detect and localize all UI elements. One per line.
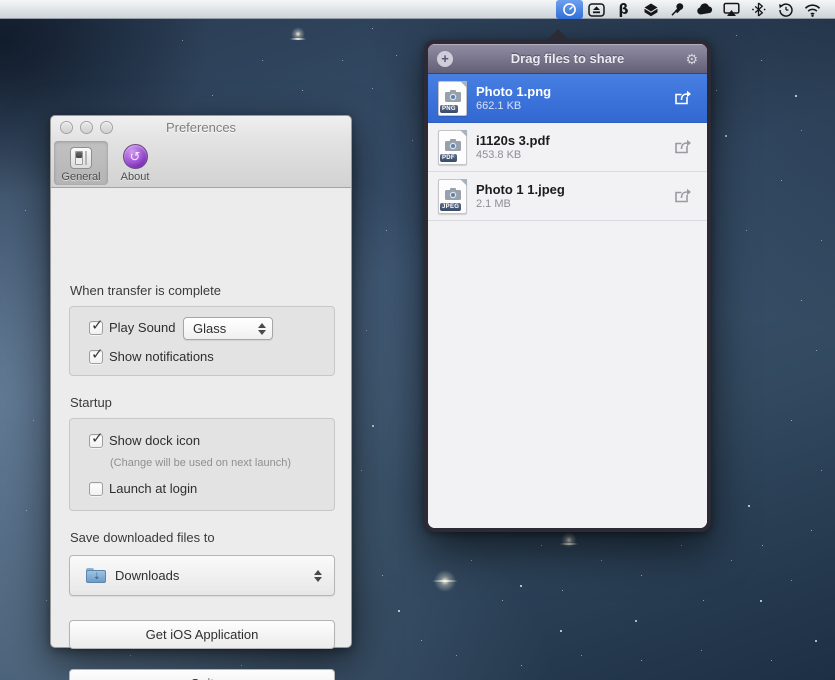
dropbox-icon[interactable] xyxy=(637,0,664,19)
popover-title: Drag files to share xyxy=(511,51,624,66)
gear-icon[interactable]: ⚙ xyxy=(685,50,698,68)
show-notifications-label: Show notifications xyxy=(109,349,214,364)
show-dock-icon-label: Show dock icon xyxy=(109,433,200,448)
dock-icon-hint: (Change will be used on next launch) xyxy=(110,457,291,469)
download-location-value: Downloads xyxy=(115,568,314,583)
show-dock-icon-checkbox[interactable]: ✓ xyxy=(89,434,103,448)
title-bar[interactable]: Preferences xyxy=(51,116,351,139)
save-section-header: Save downloaded files to xyxy=(70,530,215,545)
share-icon[interactable] xyxy=(673,138,695,156)
startup-section-header: Startup xyxy=(70,395,112,410)
desktop-wallpaper: β xyxy=(0,0,835,680)
file-type-badge: JPEG xyxy=(440,203,461,211)
zoom-button[interactable] xyxy=(100,121,113,134)
close-button[interactable] xyxy=(60,121,73,134)
bright-star xyxy=(560,531,578,549)
share-popover: + Drag files to share ⚙ PNG Photo 1.png … xyxy=(424,40,711,532)
wifi-icon[interactable] xyxy=(799,0,826,19)
minimize-button[interactable] xyxy=(80,121,93,134)
transfer-group-box: ✓ Play Sound Glass ✓ Show notifications xyxy=(69,306,335,376)
share-icon[interactable] xyxy=(673,89,695,107)
file-type-badge: PDF xyxy=(440,154,457,162)
show-notifications-row: ✓ Show notifications xyxy=(89,349,214,364)
show-notifications-checkbox[interactable]: ✓ xyxy=(89,350,103,364)
quit-button[interactable]: Quit xyxy=(69,669,335,680)
preferences-window: Preferences General ↺ About When transfe… xyxy=(50,115,352,648)
launch-at-login-row: Launch at login xyxy=(89,481,197,496)
file-name: i1120s 3.pdf xyxy=(476,133,673,149)
cloud-icon[interactable] xyxy=(691,0,718,19)
download-location-select[interactable]: ⇣ Downloads xyxy=(69,555,335,596)
file-type-badge: PNG xyxy=(440,105,458,113)
tab-about-label: About xyxy=(121,171,150,183)
tab-general-label: General xyxy=(61,171,100,183)
general-switch-icon xyxy=(70,147,92,169)
sound-select-value: Glass xyxy=(193,321,258,336)
status-icon-tray: β xyxy=(556,0,826,19)
preferences-toolbar: General ↺ About xyxy=(51,139,351,188)
bright-star xyxy=(290,26,306,42)
show-dock-icon-row: ✓ Show dock icon xyxy=(89,433,200,448)
file-meta: Photo 1 1.jpeg 2.1 MB xyxy=(476,182,673,211)
png-file-icon: PNG xyxy=(438,81,467,116)
about-icon: ↺ xyxy=(123,144,148,169)
time-machine-icon[interactable] xyxy=(772,0,799,19)
tab-general[interactable]: General xyxy=(54,141,108,185)
eject-icon[interactable] xyxy=(583,0,610,19)
window-controls xyxy=(60,121,113,134)
file-name: Photo 1.png xyxy=(476,84,673,100)
app-transfer-icon[interactable] xyxy=(556,0,583,19)
preferences-content: When transfer is complete ✓ Play Sound G… xyxy=(51,188,351,648)
airplay-icon[interactable] xyxy=(718,0,745,19)
jpeg-file-icon: JPEG xyxy=(438,179,467,214)
add-file-button[interactable]: + xyxy=(437,51,453,67)
sound-select[interactable]: Glass xyxy=(183,317,273,340)
play-sound-row: ✓ Play Sound xyxy=(89,320,176,335)
stepper-arrows-icon xyxy=(258,323,266,335)
transfer-section-header: When transfer is complete xyxy=(70,283,221,298)
file-list: PNG Photo 1.png 662.1 KB PDF xyxy=(428,74,707,528)
tab-about[interactable]: ↺ About xyxy=(108,141,162,185)
file-meta: i1120s 3.pdf 453.8 KB xyxy=(476,133,673,162)
file-row-photo-1-1-jpeg[interactable]: JPEG Photo 1 1.jpeg 2.1 MB xyxy=(428,172,707,221)
launch-at-login-checkbox[interactable] xyxy=(89,482,103,496)
file-meta: Photo 1.png 662.1 KB xyxy=(476,84,673,113)
get-ios-application-button[interactable]: Get iOS Application xyxy=(69,620,335,649)
popover-caret xyxy=(546,29,570,41)
file-size: 662.1 KB xyxy=(476,100,673,113)
file-row-i1120s-3-pdf[interactable]: PDF i1120s 3.pdf 453.8 KB xyxy=(428,123,707,172)
pdf-file-icon: PDF xyxy=(438,130,467,165)
file-size: 2.1 MB xyxy=(476,198,673,211)
bluetooth-icon[interactable] xyxy=(745,0,772,19)
file-size: 453.8 KB xyxy=(476,149,673,162)
stepper-arrows-icon xyxy=(314,570,322,582)
beta-b-icon[interactable]: β xyxy=(610,0,637,19)
play-sound-checkbox[interactable]: ✓ xyxy=(89,321,103,335)
file-row-photo-1-png[interactable]: PNG Photo 1.png 662.1 KB xyxy=(428,74,707,123)
play-sound-label: Play Sound xyxy=(109,320,176,335)
bright-star xyxy=(432,568,458,594)
menu-bar: β xyxy=(0,0,835,19)
window-title: Preferences xyxy=(166,120,236,135)
launch-at-login-label: Launch at login xyxy=(109,481,197,496)
file-name: Photo 1 1.jpeg xyxy=(476,182,673,198)
pin-icon[interactable] xyxy=(664,0,691,19)
downloads-folder-icon: ⇣ xyxy=(86,568,106,583)
share-icon[interactable] xyxy=(673,187,695,205)
startup-group-box: ✓ Show dock icon (Change will be used on… xyxy=(69,418,335,511)
popover-header: + Drag files to share ⚙ xyxy=(428,44,707,74)
